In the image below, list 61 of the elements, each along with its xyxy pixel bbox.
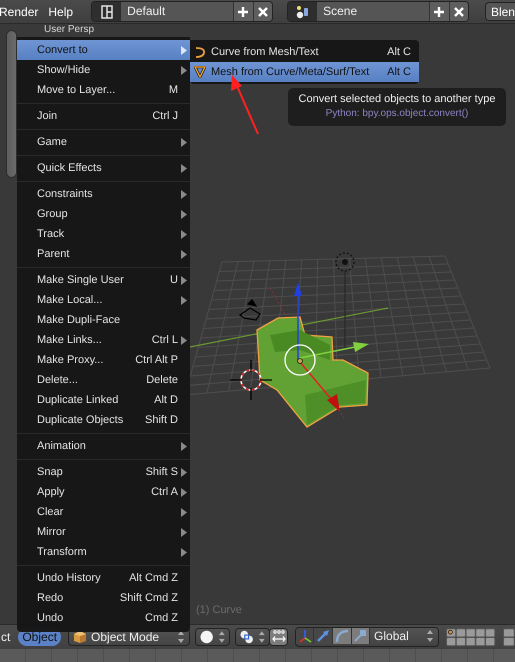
menu-item[interactable]: Make Proxy... Ctrl Alt P	[17, 350, 190, 370]
cube-icon	[73, 630, 88, 644]
menu-item[interactable]: Game	[17, 132, 190, 152]
updown-icon	[258, 630, 266, 644]
menu-item[interactable]: Show/Hide	[17, 60, 190, 80]
manipulator-button[interactable]	[296, 628, 314, 644]
menu-item[interactable]: Delete... Delete	[17, 370, 190, 390]
menu-item[interactable]: Join Ctrl J	[17, 106, 190, 126]
arrow-icon	[316, 629, 330, 643]
orientation-dropdown[interactable]: Global	[370, 628, 438, 644]
pivot-dropdown[interactable]	[235, 628, 270, 646]
curve-icon	[194, 46, 206, 58]
menu-item[interactable]: Curve from Mesh/Text Alt C	[190, 42, 419, 62]
menu-button[interactable]: ct	[1, 628, 14, 646]
align-toggle-button[interactable]	[269, 628, 288, 646]
shading-dropdown[interactable]	[195, 628, 230, 646]
menu-item[interactable]: Mesh from Curve/Meta/Surf/Text Alt C	[190, 62, 419, 82]
tooltip-text: Convert selected objects to another type	[298, 93, 496, 105]
menu-item[interactable]: Make Local...	[17, 290, 190, 310]
menu-item[interactable]: Make Links... Ctrl L	[17, 330, 190, 350]
axes-icon	[298, 629, 312, 643]
arc-icon	[334, 629, 349, 643]
layer-grid-drawing	[446, 628, 496, 646]
menu-item[interactable]: Mirror	[17, 522, 190, 542]
menu-item[interactable]: Quick Effects	[17, 158, 190, 178]
menu-item[interactable]: Constraints	[17, 184, 190, 204]
menu-item[interactable]: Apply Ctrl A	[17, 482, 190, 502]
scrollbar[interactable]	[6, 30, 17, 178]
menu-item[interactable]: Redo Shift Cmd Z	[17, 588, 190, 608]
menu-item[interactable]: Track	[17, 224, 190, 244]
menu-item[interactable]: Duplicate Objects Shift D	[17, 410, 190, 430]
view-label: User Persp	[44, 24, 94, 35]
menu-item[interactable]: Snap Shift S	[17, 462, 190, 482]
menu-item[interactable]: Undo Cmd Z	[17, 608, 190, 628]
menu-item[interactable]: Move to Layer... M	[17, 80, 190, 100]
menu-item[interactable]: Convert to	[17, 40, 190, 60]
menu-item[interactable]: Make Dupli-Face	[17, 310, 190, 330]
menu-item[interactable]: Group	[17, 204, 190, 224]
scale-button[interactable]	[352, 628, 370, 644]
menu-button[interactable]: Render	[0, 4, 42, 18]
arrows-icon	[272, 630, 286, 644]
menu-item[interactable]: Clear	[17, 502, 190, 522]
render-engine-field[interactable]: Blen	[484, 2, 515, 21]
scale-icon	[353, 629, 368, 643]
menu-item[interactable]: Animation	[17, 436, 190, 456]
pivot-icon	[240, 630, 254, 644]
menu-item[interactable]: Make Single User U	[17, 270, 190, 290]
updown-icon	[177, 630, 186, 644]
updown-icon	[218, 630, 226, 644]
menu-button[interactable]: Help	[48, 4, 78, 18]
menu-item[interactable]: Undo History Alt Cmd Z	[17, 568, 190, 588]
menu-item[interactable]: Transform	[17, 542, 190, 562]
updown-icon	[426, 629, 434, 643]
sphere-icon	[200, 630, 214, 644]
menu-item[interactable]: Duplicate Linked Alt D	[17, 390, 190, 410]
triangle-icon	[194, 66, 206, 78]
layer-grid-drawing	[503, 628, 515, 646]
translate-button[interactable]	[314, 628, 333, 644]
menu-item[interactable]: Parent	[17, 244, 190, 264]
rotate-button[interactable]	[332, 628, 352, 644]
python-hint: Python: bpy.ops.object.convert()	[326, 108, 468, 119]
